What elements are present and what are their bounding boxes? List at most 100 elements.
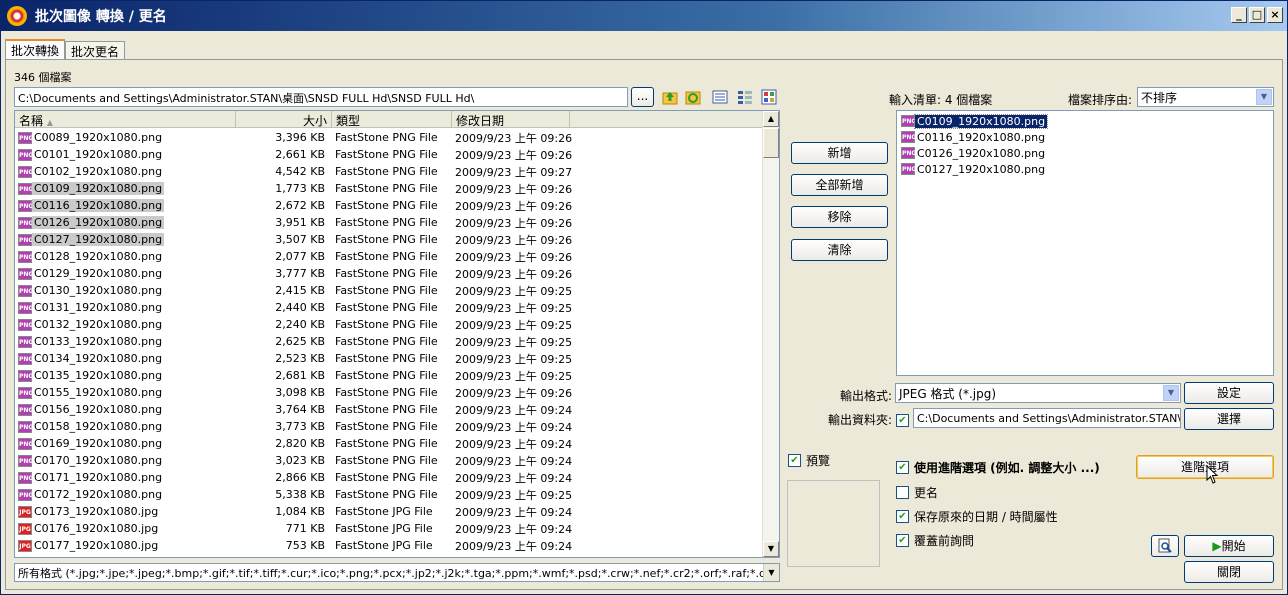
chevron-down-icon[interactable]: ▼ xyxy=(1163,385,1179,401)
table-row[interactable]: PNG C0134_1920x1080.png 2,523 KB FastStone … xyxy=(15,350,763,367)
advanced-options-checkbox[interactable]: ✔ xyxy=(896,461,909,474)
file-date-cell: 2009/9/23 上午 09:24 xyxy=(455,454,573,468)
column-name[interactable]: 名稱 ▲ xyxy=(15,111,236,128)
start-button[interactable]: ▶開始 xyxy=(1184,535,1274,557)
file-filter-select[interactable]: 所有格式 (*.jpg;*.jpe;*.jpeg;*.bmp;*.gif;*.t… xyxy=(14,563,780,582)
file-name-cell: PNG C0169_1920x1080.png xyxy=(18,437,163,450)
folder-up-icon[interactable] xyxy=(662,89,678,105)
keep-date-checkbox[interactable]: ✔ xyxy=(896,510,909,523)
file-size-cell: 771 KB xyxy=(285,522,325,535)
output-folder-browse-button[interactable]: 選擇 xyxy=(1184,408,1274,430)
table-row[interactable]: PNG C0155_1920x1080.png 3,098 KB FastStone … xyxy=(15,384,763,401)
file-date-cell: 2009/9/23 上午 09:26 xyxy=(455,233,573,247)
table-row[interactable]: PNG C0109_1920x1080.png 1,773 KB FastStone … xyxy=(15,180,763,197)
tab-batch-convert[interactable]: 批次轉換 xyxy=(5,39,66,59)
minimize-button[interactable]: _ xyxy=(1231,7,1247,23)
table-row[interactable]: JPG C0173_1920x1080.jpg 1,084 KB FastStone … xyxy=(15,503,763,520)
table-row[interactable]: JPG C0176_1920x1080.jpg 771 KB FastStone JP… xyxy=(15,520,763,537)
file-size-cell: 1,084 KB xyxy=(275,505,325,518)
keep-date-toggle[interactable]: ✔ 保存原來的日期 / 時間屬性 xyxy=(896,508,1058,525)
column-size[interactable]: 大小 xyxy=(236,111,332,128)
preview-checkbox[interactable]: ✔ xyxy=(788,454,801,467)
table-row[interactable]: PNG C0170_1920x1080.png 3,023 KB FastStone … xyxy=(15,452,763,469)
tab-batch-rename[interactable]: 批次更名 xyxy=(65,41,126,59)
table-row[interactable]: PNG C0131_1920x1080.png 2,440 KB FastStone … xyxy=(15,299,763,316)
details-view-icon[interactable] xyxy=(712,89,728,105)
rename-checkbox[interactable] xyxy=(896,486,909,499)
table-row[interactable]: PNG C0156_1920x1080.png 3,764 KB FastStone … xyxy=(15,401,763,418)
output-format-select[interactable]: JPEG 格式 (*.jpg) ▼ xyxy=(895,383,1181,403)
overwrite-toggle[interactable]: ✔ 覆蓋前詢問 xyxy=(896,532,974,549)
list-item[interactable]: PNG C0127_1920x1080.png xyxy=(897,161,1273,177)
png-file-icon: PNG xyxy=(901,163,916,175)
table-row[interactable]: PNG C0130_1920x1080.png 2,415 KB FastStone … xyxy=(15,282,763,299)
file-type-cell: FastStone PNG File xyxy=(335,403,438,416)
advanced-options-toggle[interactable]: ✔ 使用進階選項 (例如. 調整大小 ...) xyxy=(896,459,1100,476)
table-row[interactable]: PNG C0116_1920x1080.png 2,672 KB FastStone … xyxy=(15,197,763,214)
advanced-options-button[interactable]: 進階選項 xyxy=(1136,455,1274,479)
file-name-cell: PNG C0127_1920x1080.png xyxy=(18,233,165,246)
file-name-cell: PNG C0109_1920x1080.png xyxy=(18,182,165,195)
png-file-icon: PNG xyxy=(901,131,916,143)
file-date-cell: 2009/9/23 上午 09:26 xyxy=(455,250,573,264)
png-file-icon: PNG xyxy=(18,488,33,501)
table-row[interactable]: PNG C0102_1920x1080.png 4,542 KB FastStone … xyxy=(15,163,763,180)
scroll-down-icon[interactable]: ▼ xyxy=(763,541,779,557)
column-date[interactable]: 修改日期 xyxy=(452,111,570,128)
output-folder-label: 輸出資料夾: xyxy=(828,413,893,427)
browse-folder-button[interactable]: ... xyxy=(631,87,654,107)
table-row[interactable]: PNG C0133_1920x1080.png 2,625 KB FastStone … xyxy=(15,333,763,350)
table-row[interactable]: PNG C0135_1920x1080.png 2,681 KB FastStone … xyxy=(15,367,763,384)
maximize-button[interactable]: □ xyxy=(1249,7,1265,23)
list-view-icon[interactable] xyxy=(737,89,753,105)
input-list[interactable]: PNG C0109_1920x1080.png PNG C0116_1920x1080… xyxy=(896,110,1274,376)
sort-select[interactable]: 不排序 ▼ xyxy=(1137,87,1274,107)
png-file-icon: PNG xyxy=(18,216,33,229)
file-list-scrollbar[interactable]: ▲ ▼ xyxy=(762,111,779,557)
list-item[interactable]: PNG C0109_1920x1080.png xyxy=(897,113,1273,129)
rename-toggle[interactable]: 更名 xyxy=(896,484,938,501)
file-name-cell: PNG C0102_1920x1080.png xyxy=(18,165,163,178)
output-folder-input[interactable]: C:\Documents and Settings\Administrator.… xyxy=(913,408,1181,428)
table-row[interactable]: PNG C0089_1920x1080.png 3,396 KB FastStone … xyxy=(15,129,763,146)
table-row[interactable]: PNG C0129_1920x1080.png 3,777 KB FastStone … xyxy=(15,265,763,282)
clear-button[interactable]: 清除 xyxy=(791,239,888,261)
chevron-down-icon[interactable]: ▼ xyxy=(1256,89,1272,105)
refresh-icon[interactable] xyxy=(685,89,701,105)
table-row[interactable]: PNG C0158_1920x1080.png 3,773 KB FastStone … xyxy=(15,418,763,435)
preview-button[interactable] xyxy=(1151,535,1179,557)
file-type-cell: FastStone JPG File xyxy=(335,505,433,518)
table-row[interactable]: PNG C0132_1920x1080.png 2,240 KB FastStone … xyxy=(15,316,763,333)
column-type[interactable]: 類型 xyxy=(332,111,452,128)
table-row[interactable]: PNG C0169_1920x1080.png 2,820 KB FastStone … xyxy=(15,435,763,452)
file-date-cell: 2009/9/23 上午 09:25 xyxy=(455,335,573,349)
add-button[interactable]: 新增 xyxy=(791,142,888,164)
table-row[interactable]: JPG C0177_1920x1080.jpg 753 KB FastStone JP… xyxy=(15,537,763,554)
file-list[interactable]: 名稱 ▲ 大小 類型 修改日期 PNG C0089_1920x1080.png 3,… xyxy=(14,110,780,558)
output-format-label: 輸出格式: xyxy=(840,389,893,403)
table-row[interactable]: PNG C0127_1920x1080.png 3,507 KB FastStone … xyxy=(15,231,763,248)
remove-button[interactable]: 移除 xyxy=(791,206,888,228)
title-bar[interactable]: 批次圖像 轉換 / 更名 _ □ × xyxy=(1,1,1287,31)
overwrite-checkbox[interactable]: ✔ xyxy=(896,534,909,547)
folder-path-input[interactable]: C:\Documents and Settings\Administrator.… xyxy=(14,87,628,107)
scroll-up-icon[interactable]: ▲ xyxy=(763,111,779,127)
scroll-thumb[interactable] xyxy=(763,128,779,158)
table-row[interactable]: PNG C0126_1920x1080.png 3,951 KB FastStone … xyxy=(15,214,763,231)
table-row[interactable]: PNG C0171_1920x1080.png 2,866 KB FastStone … xyxy=(15,469,763,486)
list-item[interactable]: PNG C0126_1920x1080.png xyxy=(897,145,1273,161)
output-folder-checkbox[interactable]: ✔ xyxy=(896,414,909,427)
thumbnail-view-icon[interactable] xyxy=(761,89,777,105)
table-row[interactable]: PNG C0172_1920x1080.png 5,338 KB FastStone … xyxy=(15,486,763,503)
close-button[interactable]: 關閉 xyxy=(1184,561,1274,583)
preview-toggle[interactable]: ✔ 預覽 xyxy=(788,452,830,469)
list-item[interactable]: PNG C0116_1920x1080.png xyxy=(897,129,1273,145)
add-all-button[interactable]: 全部新增 xyxy=(791,174,888,196)
file-name-cell: PNG C0155_1920x1080.png xyxy=(18,386,163,399)
chevron-down-icon[interactable]: ▼ xyxy=(763,564,779,581)
format-settings-button[interactable]: 設定 xyxy=(1184,382,1274,404)
table-row[interactable]: PNG C0128_1920x1080.png 2,077 KB FastStone … xyxy=(15,248,763,265)
table-row[interactable]: PNG C0101_1920x1080.png 2,661 KB FastStone … xyxy=(15,146,763,163)
file-type-cell: FastStone PNG File xyxy=(335,437,438,450)
close-window-button[interactable]: × xyxy=(1267,7,1283,23)
